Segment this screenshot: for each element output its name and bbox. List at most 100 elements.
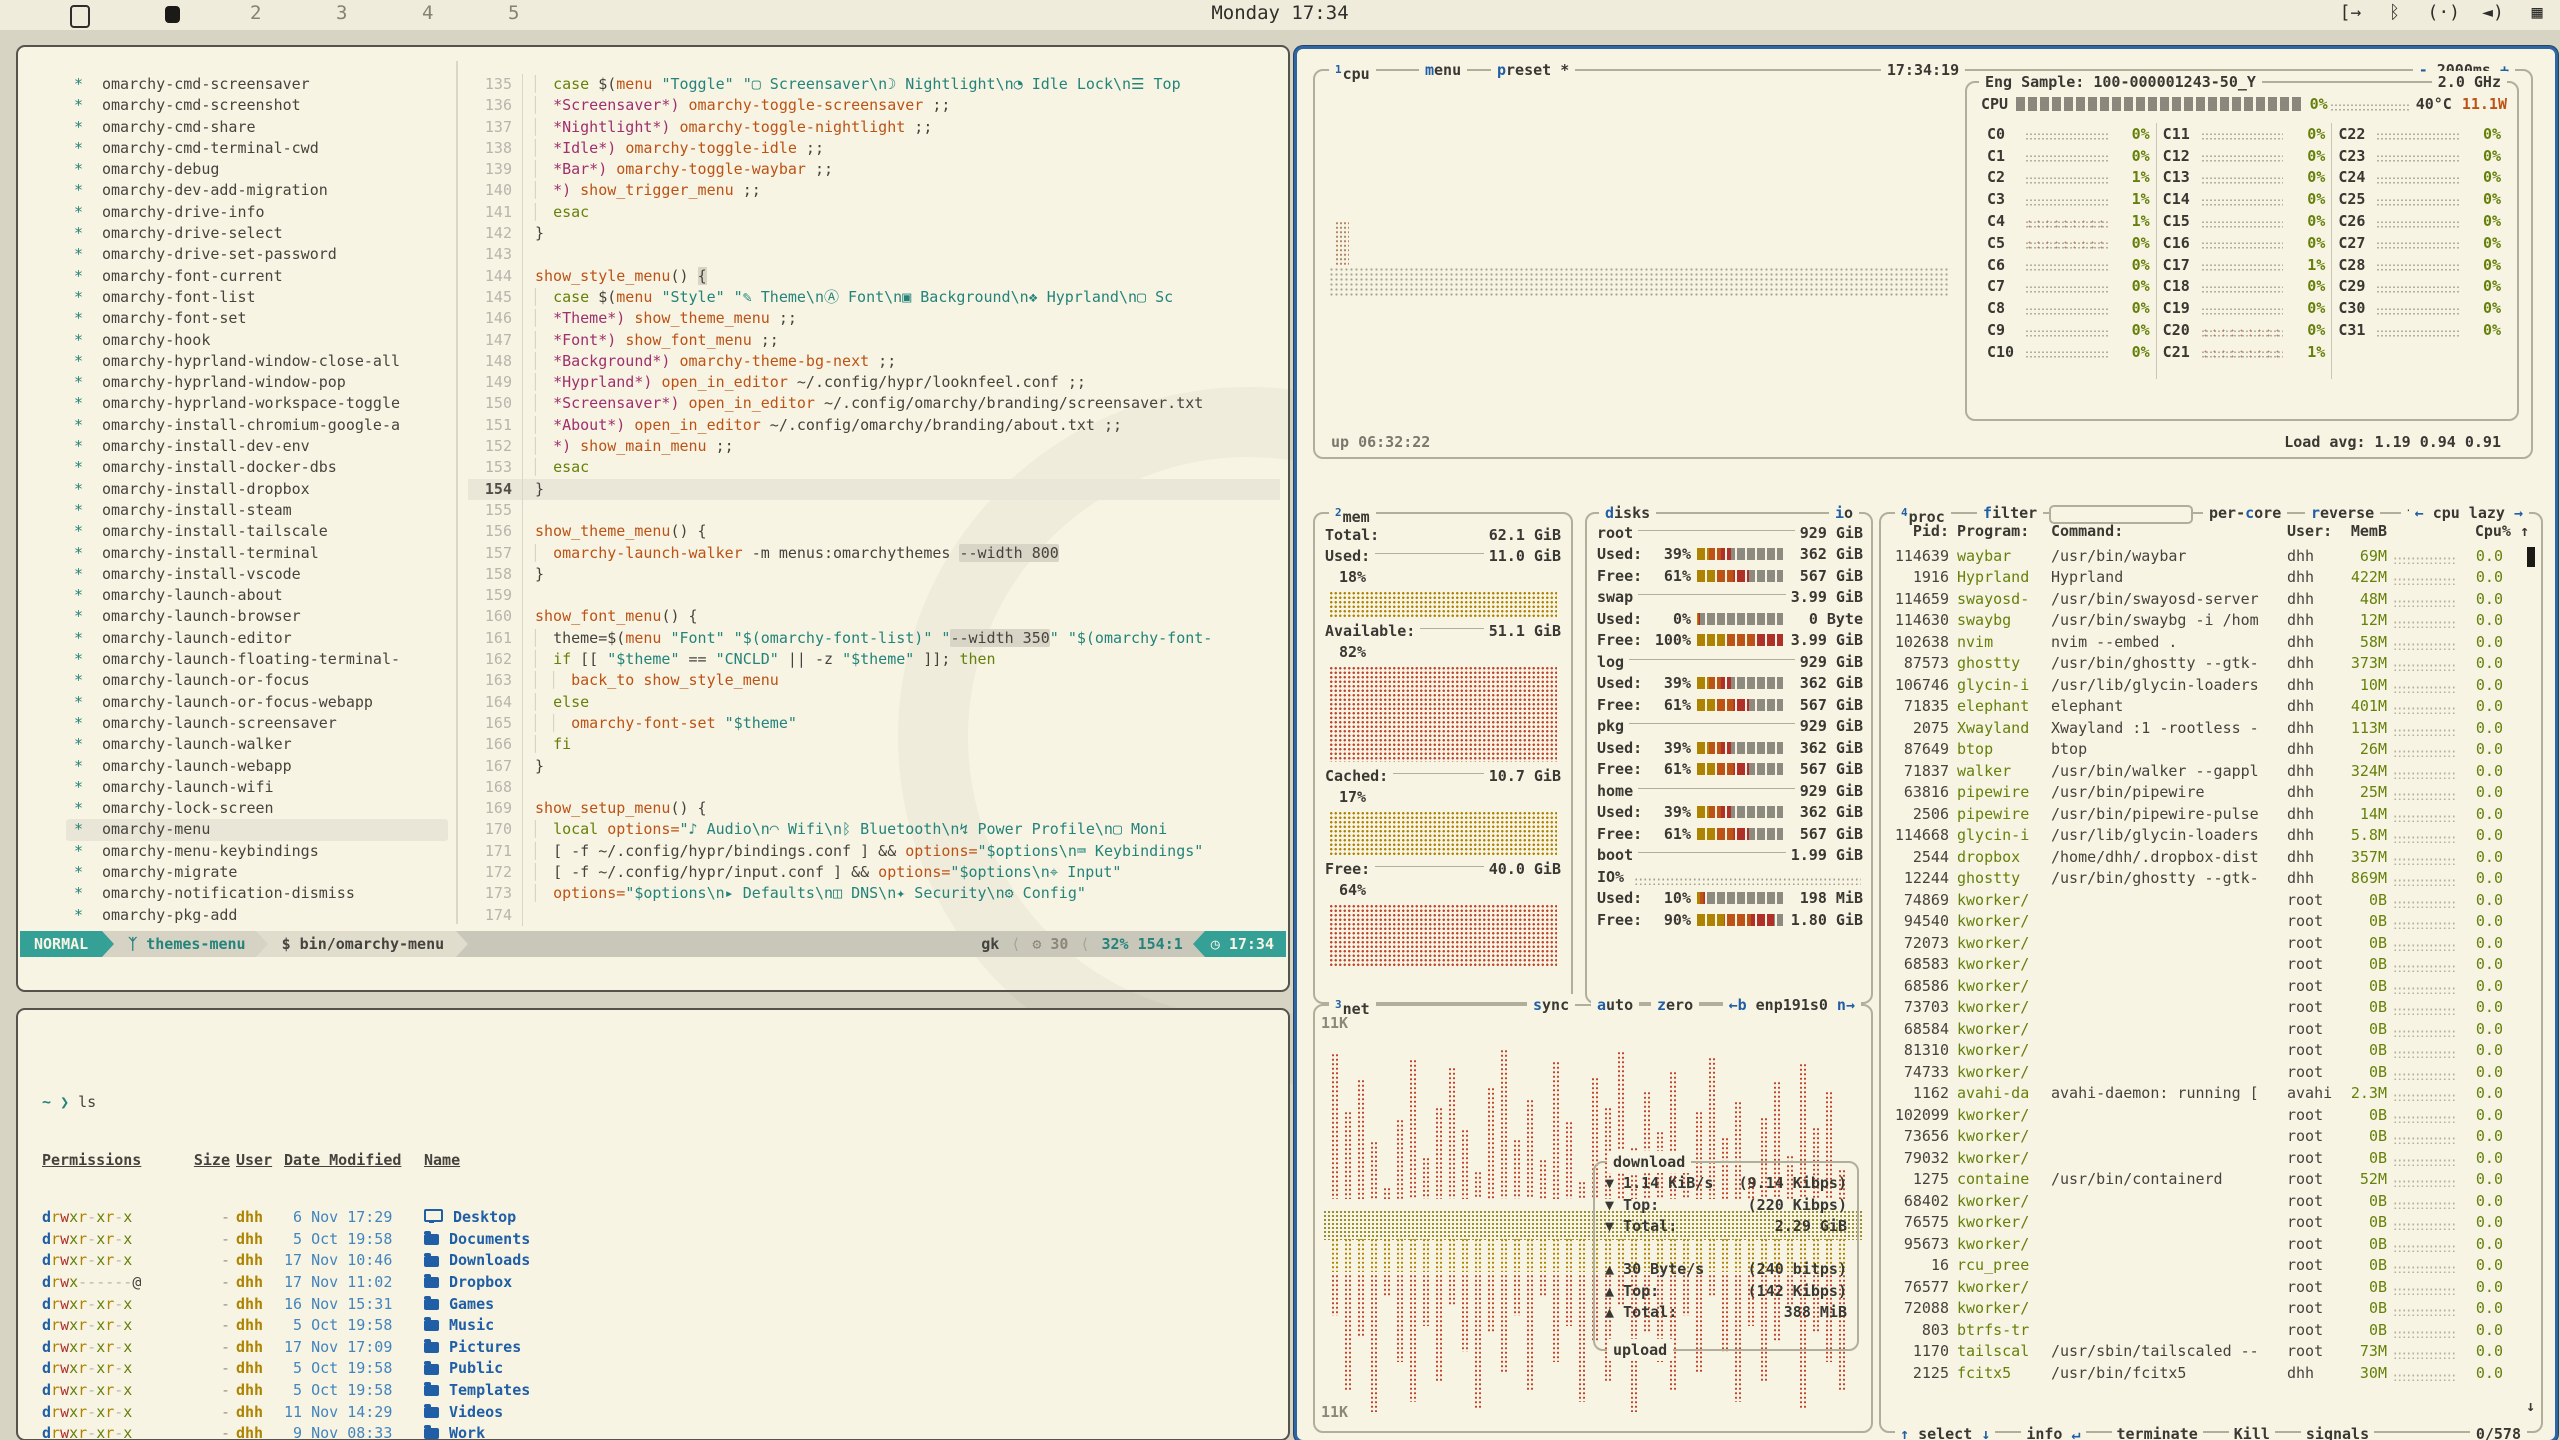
process-row[interactable]: 95673kworker/root0B0.0 bbox=[1891, 1233, 2529, 1255]
network-icon[interactable]: (·) bbox=[2427, 2, 2460, 23]
process-row[interactable]: 74733kworker/root0B0.0 bbox=[1891, 1061, 2529, 1083]
net-auto-toggle[interactable]: auto bbox=[1591, 994, 1639, 1016]
code-line[interactable]: 138▏ *Idle*) omarchy-toggle-idle ;; bbox=[468, 138, 1280, 159]
process-row[interactable]: 87649btopbtopdhh26M0.0 bbox=[1891, 739, 2529, 761]
code-area[interactable]: 135▏ case $(menu "Toggle" "▢ Screensaver… bbox=[468, 74, 1280, 926]
code-line[interactable]: 144show_style_menu() { bbox=[468, 266, 1280, 287]
process-row[interactable]: 79032kworker/root0B0.0 bbox=[1891, 1147, 2529, 1169]
explorer-item[interactable]: *omarchy-hook bbox=[66, 330, 448, 351]
net-sync-toggle[interactable]: sync bbox=[1527, 994, 1575, 1016]
code-line[interactable]: 159 bbox=[468, 585, 1280, 606]
explorer-item[interactable]: *omarchy-install-chromium-google-a bbox=[66, 415, 448, 436]
code-line[interactable]: 145▏ case $(menu "Style" "✎ Theme\nⒶ Fon… bbox=[468, 287, 1280, 308]
explorer-item[interactable]: *omarchy-hyprland-window-close-all bbox=[66, 351, 448, 372]
code-line[interactable]: 135▏ case $(menu "Toggle" "▢ Screensaver… bbox=[468, 74, 1280, 95]
process-row[interactable]: 74869kworker/root0B0.0 bbox=[1891, 889, 2529, 911]
process-row[interactable]: 102638nvimnvim --embed .dhh58M0.0 bbox=[1891, 631, 2529, 653]
explorer-item[interactable]: *omarchy-launch-or-focus bbox=[66, 670, 448, 691]
explorer-item[interactable]: *omarchy-menu-keybindings bbox=[66, 841, 448, 862]
signals-control[interactable]: signals bbox=[2301, 1425, 2374, 1440]
process-row[interactable]: 106746glycin-i/usr/lib/glycin-loadersdhh… bbox=[1891, 674, 2529, 696]
code-line[interactable]: 146▏ *Theme*) show_theme_menu ;; bbox=[468, 308, 1280, 329]
explorer-item[interactable]: *omarchy-debug bbox=[66, 159, 448, 180]
code-line[interactable]: 166▏ fi bbox=[468, 734, 1280, 755]
explorer-item[interactable]: *omarchy-pkg-add bbox=[66, 905, 448, 926]
process-row[interactable]: 71835elephantelephantdhh401M0.0 bbox=[1891, 696, 2529, 718]
code-line[interactable]: 136▏ *Screensaver*) omarchy-toggle-scree… bbox=[468, 95, 1280, 116]
code-line[interactable]: 151▏ *About*) open_in_editor ~/.config/o… bbox=[468, 415, 1280, 436]
menu-button[interactable]: menu bbox=[1419, 59, 1467, 81]
workspace-2[interactable]: 2 bbox=[250, 2, 261, 24]
process-row[interactable]: 72073kworker/root0B0.0 bbox=[1891, 932, 2529, 954]
code-line[interactable]: 172▏ [ -f ~/.config/hypr/input.conf ] &&… bbox=[468, 862, 1280, 883]
code-line[interactable]: 147▏ *Font*) show_font_menu ;; bbox=[468, 330, 1280, 351]
tab-cpu[interactable]: 1cpu bbox=[1329, 59, 1376, 85]
code-line[interactable]: 143 bbox=[468, 244, 1280, 265]
process-row[interactable]: 12244ghostty/usr/bin/ghostty --gtk-dhh86… bbox=[1891, 868, 2529, 890]
code-line[interactable]: 168 bbox=[468, 777, 1280, 798]
process-row[interactable]: 76577kworker/root0B0.0 bbox=[1891, 1276, 2529, 1298]
workspace-5[interactable]: 5 bbox=[508, 2, 519, 24]
explorer-item[interactable]: *omarchy-launch-screensaver bbox=[66, 713, 448, 734]
terminate-control[interactable]: terminate bbox=[2112, 1425, 2203, 1440]
explorer-item[interactable]: *omarchy-install-docker-dbs bbox=[66, 457, 448, 478]
code-line[interactable]: 167} bbox=[468, 756, 1280, 777]
io-toggle[interactable]: io bbox=[1829, 502, 1859, 524]
process-row[interactable]: 2125fcitx5/usr/bin/fcitx5dhh30M0.0 bbox=[1891, 1362, 2529, 1384]
sort-column-selector[interactable]: ← cpu lazy → bbox=[2409, 502, 2529, 524]
process-row[interactable]: 68402kworker/root0B0.0 bbox=[1891, 1190, 2529, 1212]
explorer-item[interactable]: *omarchy-launch-wifi bbox=[66, 777, 448, 798]
process-row[interactable]: 1162avahi-daavahi-daemon: running [avahi… bbox=[1891, 1083, 2529, 1105]
process-row[interactable]: 81310kworker/root0B0.0 bbox=[1891, 1040, 2529, 1062]
explorer-item[interactable]: *omarchy-launch-floating-terminal- bbox=[66, 649, 448, 670]
scroll-down-indicator[interactable]: ↓ bbox=[2526, 1397, 2535, 1415]
preset-button[interactable]: preset * bbox=[1491, 59, 1575, 81]
process-row[interactable]: 68584kworker/root0B0.0 bbox=[1891, 1018, 2529, 1040]
process-row[interactable]: 1170tailscal/usr/sbin/tailscaled --root7… bbox=[1891, 1341, 2529, 1363]
explorer-item[interactable]: *omarchy-install-vscode bbox=[66, 564, 448, 585]
code-line[interactable]: 152▏ *) show_main_menu ;; bbox=[468, 436, 1280, 457]
code-line[interactable]: 148▏ *Background*) omarchy-theme-bg-next… bbox=[468, 351, 1280, 372]
process-row[interactable]: 2075XwaylandXwayland :1 -rootless -dhh11… bbox=[1891, 717, 2529, 739]
explorer-item[interactable]: *omarchy-hyprland-window-pop bbox=[66, 372, 448, 393]
info-control[interactable]: info ↵ bbox=[2021, 1425, 2085, 1440]
per-core-toggle[interactable]: per-core bbox=[2203, 502, 2287, 524]
process-row[interactable]: 1275containe/usr/bin/containerdroot52M0.… bbox=[1891, 1169, 2529, 1191]
explorer-item[interactable]: *omarchy-install-dev-env bbox=[66, 436, 448, 457]
explorer-item[interactable]: *omarchy-drive-set-password bbox=[66, 244, 448, 265]
explorer-item[interactable]: *omarchy-cmd-screensaver bbox=[66, 74, 448, 95]
logout-icon[interactable]: [→ bbox=[2339, 2, 2361, 23]
code-line[interactable]: 153▏ esac bbox=[468, 457, 1280, 478]
process-row[interactable]: 73656kworker/root0B0.0 bbox=[1891, 1126, 2529, 1148]
code-line[interactable]: 163▏ ▏ back_to show_style_menu bbox=[468, 670, 1280, 691]
explorer-item[interactable]: *omarchy-dev-add-migration bbox=[66, 180, 448, 201]
explorer-item[interactable]: *omarchy-launch-about bbox=[66, 585, 448, 606]
explorer-item[interactable]: *omarchy-font-current bbox=[66, 266, 448, 287]
explorer-item[interactable]: *omarchy-migrate bbox=[66, 862, 448, 883]
explorer-item[interactable]: *omarchy-hyprland-workspace-toggle bbox=[66, 393, 448, 414]
code-line[interactable]: 150▏ *Screensaver*) open_in_editor ~/.co… bbox=[468, 393, 1280, 414]
process-row[interactable]: 2506pipewire/usr/bin/pipewire-pulsedhh14… bbox=[1891, 803, 2529, 825]
explorer-item[interactable]: *omarchy-launch-editor bbox=[66, 628, 448, 649]
code-line[interactable]: 142} bbox=[468, 223, 1280, 244]
cpu-tray-icon[interactable]: ▦ bbox=[2526, 2, 2548, 23]
code-line[interactable]: 155 bbox=[468, 500, 1280, 521]
process-row[interactable]: 2544dropbox/home/dhh/.dropbox-distdhh357… bbox=[1891, 846, 2529, 868]
process-row[interactable]: 114630swaybg/usr/bin/swaybg -i /homdhh12… bbox=[1891, 610, 2529, 632]
process-row[interactable]: 1916HyprlandHyprlanddhh422M0.0 bbox=[1891, 567, 2529, 589]
volume-icon[interactable]: ◄) bbox=[2482, 2, 2504, 23]
explorer-item[interactable]: *omarchy-install-terminal bbox=[66, 543, 448, 564]
process-row[interactable]: 94540kworker/root0B0.0 bbox=[1891, 911, 2529, 933]
process-row[interactable]: 73703kworker/root0B0.0 bbox=[1891, 997, 2529, 1019]
process-row[interactable]: 68586kworker/root0B0.0 bbox=[1891, 975, 2529, 997]
code-line[interactable]: 157▏ omarchy-launch-walker -m menus:omar… bbox=[468, 543, 1280, 564]
explorer-item[interactable]: *omarchy-drive-select bbox=[66, 223, 448, 244]
code-line[interactable]: 162▏ if [[ "$theme" == "CNCLD" || -z "$t… bbox=[468, 649, 1280, 670]
reverse-toggle[interactable]: reverse bbox=[2305, 502, 2380, 524]
code-line[interactable]: 137▏ *Nightlight*) omarchy-toggle-nightl… bbox=[468, 117, 1280, 138]
explorer-item[interactable]: *omarchy-cmd-share bbox=[66, 117, 448, 138]
process-row[interactable]: 102099kworker/root0B0.0 bbox=[1891, 1104, 2529, 1126]
proc-scrollbar[interactable] bbox=[2527, 547, 2535, 567]
code-line[interactable]: 154} bbox=[468, 479, 1280, 500]
process-row[interactable]: 87573ghostty/usr/bin/ghostty --gtk-dhh37… bbox=[1891, 653, 2529, 675]
